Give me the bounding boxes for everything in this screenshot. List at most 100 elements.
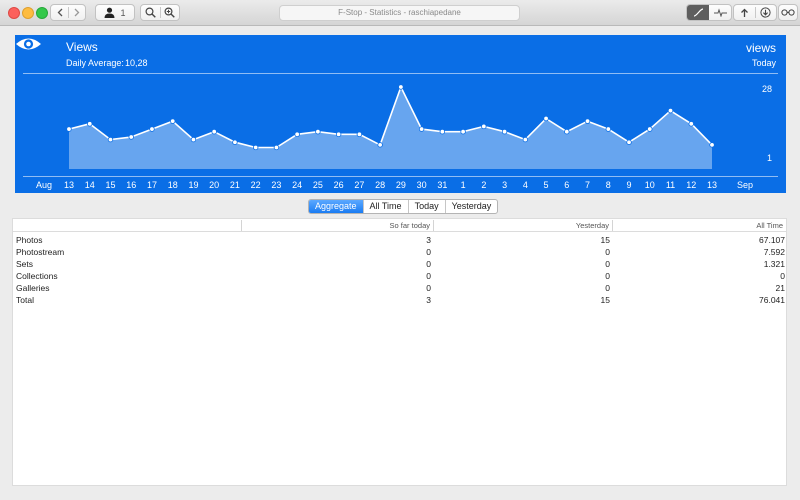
x-tick-label: 27: [354, 180, 364, 190]
data-point[interactable]: [107, 136, 114, 143]
x-tick-label: 20: [209, 180, 219, 190]
column-header-so-far-today[interactable]: So far today: [242, 219, 433, 232]
table-row[interactable]: Photos 3 15 67.107: [13, 234, 786, 246]
data-point[interactable]: [170, 118, 176, 124]
data-point[interactable]: [564, 129, 570, 135]
x-tick-label: 28: [375, 180, 385, 190]
data-point[interactable]: [356, 131, 363, 138]
chevron-left-icon: [57, 8, 62, 17]
back-button[interactable]: [51, 8, 68, 17]
table-row[interactable]: Total 3 15 76.041: [13, 294, 786, 306]
table-row[interactable]: Collections 0 0 0: [13, 270, 786, 282]
column-header-yesterday[interactable]: Yesterday: [434, 219, 612, 232]
x-tick-label: 19: [188, 180, 198, 190]
metric-label: views: [745, 41, 776, 55]
x-tick-label: 15: [105, 180, 115, 190]
y-tick-max: 28: [762, 84, 772, 94]
row-today: 0: [426, 247, 431, 257]
data-point[interactable]: [190, 136, 197, 143]
data-point[interactable]: [273, 144, 280, 151]
download-circle-icon: [760, 7, 771, 18]
x-tick-label: 25: [313, 180, 323, 190]
data-point[interactable]: [709, 142, 715, 148]
x-tick-label: 31: [437, 180, 447, 190]
eye-icon: [16, 38, 41, 50]
tab-aggregate[interactable]: Aggregate: [309, 200, 363, 213]
data-point[interactable]: [149, 126, 155, 132]
x-tick-label: 12: [686, 180, 696, 190]
data-point[interactable]: [481, 123, 487, 130]
table-row[interactable]: Photostream 0 0 7.592: [13, 246, 786, 258]
data-point[interactable]: [543, 115, 549, 122]
data-point[interactable]: [584, 118, 591, 124]
data-point[interactable]: [688, 121, 694, 127]
data-point[interactable]: [232, 139, 238, 145]
row-today: 0: [426, 283, 431, 293]
x-tick-label: 17: [147, 180, 157, 190]
data-point[interactable]: [315, 129, 321, 135]
activity-chart-button[interactable]: [709, 8, 731, 17]
user-count: 1: [120, 7, 126, 18]
data-point[interactable]: [128, 134, 134, 140]
x-tick-label: 1: [461, 180, 466, 190]
data-point[interactable]: [460, 129, 466, 135]
x-tick-label: 21: [230, 180, 240, 190]
row-all-time: 1.321: [763, 259, 785, 269]
data-point[interactable]: [211, 129, 217, 135]
data-point[interactable]: [522, 136, 529, 143]
row-all-time: 7.592: [763, 247, 785, 257]
upload-arrow-icon: [741, 8, 748, 17]
data-point[interactable]: [335, 131, 342, 138]
tab-today[interactable]: Today: [407, 200, 445, 213]
data-point[interactable]: [667, 107, 674, 114]
x-tick-label: 22: [251, 180, 261, 190]
row-today: 0: [426, 271, 431, 281]
data-point[interactable]: [626, 139, 632, 145]
y-tick-min: 1: [767, 153, 772, 163]
x-tick-label: 26: [334, 180, 344, 190]
user-button[interactable]: 1: [95, 4, 135, 21]
table-row[interactable]: Galleries 0 0 21: [13, 282, 786, 294]
data-point[interactable]: [87, 121, 93, 127]
view-options-button[interactable]: [778, 4, 798, 21]
data-point[interactable]: [294, 131, 300, 138]
daily-average-value: 10,28: [125, 58, 148, 68]
data-point[interactable]: [647, 126, 653, 132]
data-point[interactable]: [377, 142, 383, 148]
download-button[interactable]: [755, 7, 776, 18]
minimize-window-button[interactable]: [22, 7, 34, 19]
x-tick-label: 30: [417, 180, 427, 190]
zoom-in-button[interactable]: [160, 7, 179, 18]
x-tick-label: 23: [271, 180, 281, 190]
period-label: Today: [751, 58, 776, 68]
row-all-time: 21: [775, 283, 785, 293]
upload-button[interactable]: [734, 8, 755, 18]
column-header-all-time[interactable]: All Time: [613, 219, 786, 232]
glasses-icon: [781, 9, 795, 16]
data-point[interactable]: [252, 144, 259, 151]
x-tick-label: 10: [645, 180, 655, 190]
data-point[interactable]: [439, 129, 446, 135]
data-point[interactable]: [501, 129, 508, 135]
tab-yesterday[interactable]: Yesterday: [444, 200, 498, 213]
tab-all-time[interactable]: All Time: [362, 200, 408, 213]
data-point[interactable]: [66, 126, 72, 132]
search-button[interactable]: [141, 7, 160, 18]
data-point[interactable]: [605, 126, 611, 132]
data-point[interactable]: [418, 126, 425, 132]
close-window-button[interactable]: [8, 7, 20, 19]
row-yesterday: 0: [605, 283, 610, 293]
x-tick-label: 2: [481, 180, 486, 190]
x-tick-label: 24: [292, 180, 302, 190]
row-all-time: 76.041: [759, 295, 785, 305]
data-point[interactable]: [398, 84, 404, 90]
forward-button[interactable]: [68, 8, 85, 17]
row-name: Photos: [16, 235, 43, 245]
x-tick-label: 8: [606, 180, 611, 190]
row-yesterday: 0: [605, 247, 610, 257]
zoom-window-button[interactable]: [36, 7, 48, 19]
table-row[interactable]: Sets 0 0 1.321: [13, 258, 786, 270]
line-chart-button[interactable]: [687, 5, 709, 20]
views-area: [69, 87, 712, 169]
nav-back-forward: [50, 4, 86, 21]
